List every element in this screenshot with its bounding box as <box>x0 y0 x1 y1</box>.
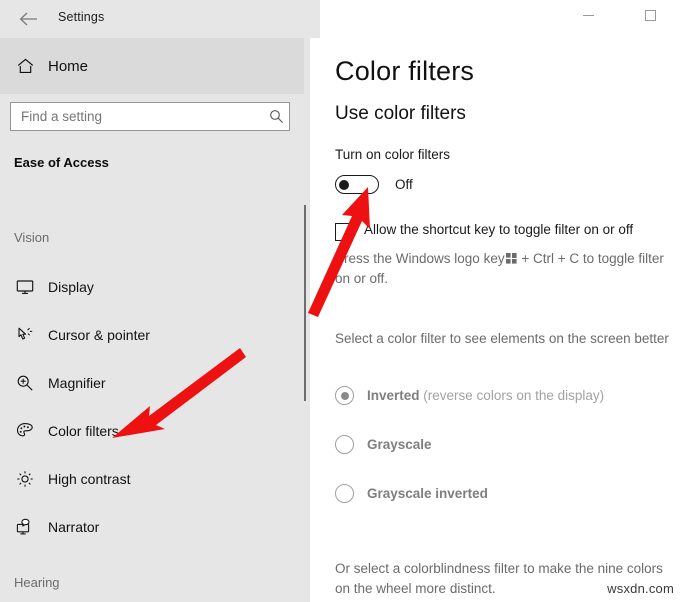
settings-window: Settings Home Find a setting <box>0 0 680 602</box>
sidebar-item-label: Color filters <box>48 423 119 439</box>
maximize-icon <box>645 10 656 21</box>
color-filters-toggle[interactable] <box>335 175 379 194</box>
windows-logo-key-icon <box>506 253 517 264</box>
sidebar-item-label: Magnifier <box>48 375 106 391</box>
toggle-knob <box>339 180 349 190</box>
sidebar-item-label: Cursor & pointer <box>48 327 150 343</box>
title-bar-right <box>320 0 680 38</box>
back-arrow-icon[interactable] <box>10 5 46 33</box>
app-title: Settings <box>58 10 104 24</box>
title-bar: Settings <box>0 0 680 38</box>
toggle-label: Turn on color filters <box>335 147 450 162</box>
shortcut-checkbox-row[interactable]: Allow the shortcut key to toggle filter … <box>335 222 633 241</box>
main-content: Color filters Use color filters Turn on … <box>310 38 680 602</box>
sidebar: Home Find a setting Ease of Access Visio… <box>0 38 304 602</box>
minimize-icon <box>583 15 594 16</box>
shortcut-hint: Press the Windows logo key + Ctrl + C to… <box>335 249 680 289</box>
home-label: Home <box>48 58 88 75</box>
filter-option-label: Inverted (reverse colors on the display) <box>367 388 604 403</box>
radio-grayscale-inverted[interactable] <box>335 484 354 503</box>
filter-option-name: Inverted <box>367 388 420 403</box>
sidebar-item-label: Narrator <box>48 519 99 535</box>
home-icon <box>8 58 42 74</box>
filter-option-detail: (reverse colors on the display) <box>423 388 604 403</box>
magnifier-icon <box>8 374 42 392</box>
title-bar-left <box>0 0 320 38</box>
radio-grayscale[interactable] <box>335 435 354 454</box>
filter-option-grayscale[interactable]: Grayscale <box>335 435 432 454</box>
search-input[interactable]: Find a setting <box>10 102 290 131</box>
sidebar-item-high-contrast[interactable]: High contrast <box>0 459 304 499</box>
palette-icon <box>8 422 42 440</box>
filter-instruction: Select a color filter to see elements on… <box>335 329 675 349</box>
sidebar-item-label: High contrast <box>48 471 130 487</box>
narrator-icon <box>8 518 42 536</box>
section-title: Use color filters <box>335 103 466 125</box>
search-placeholder: Find a setting <box>21 109 263 124</box>
sidebar-item-display[interactable]: Display <box>0 267 304 307</box>
pointer-hand-icon <box>8 326 42 344</box>
maximize-button[interactable] <box>628 0 673 30</box>
sidebar-item-home[interactable]: Home <box>0 38 304 94</box>
monitor-icon <box>8 279 42 295</box>
page-title: Color filters <box>335 56 474 87</box>
sidebar-group-hearing: Hearing <box>14 575 60 590</box>
filter-option-label: Grayscale inverted <box>367 486 488 501</box>
sidebar-item-label: Display <box>48 279 94 295</box>
sidebar-item-narrator[interactable]: Narrator <box>0 507 304 547</box>
shortcut-checkbox[interactable] <box>335 223 353 241</box>
filter-option-label: Grayscale <box>367 437 432 452</box>
filter-option-inverted[interactable]: Inverted (reverse colors on the display) <box>335 386 604 405</box>
filter-option-grayscale-inverted[interactable]: Grayscale inverted <box>335 484 488 503</box>
shortcut-checkbox-label: Allow the shortcut key to toggle filter … <box>364 222 633 237</box>
sidebar-item-color-filters[interactable]: Color filters <box>0 411 304 451</box>
radio-inverted[interactable] <box>335 386 354 405</box>
brightness-sun-icon <box>8 470 42 488</box>
sidebar-item-magnifier[interactable]: Magnifier <box>0 363 304 403</box>
sidebar-category-title: Ease of Access <box>14 155 109 170</box>
filter-option-name: Grayscale <box>367 437 432 452</box>
sidebar-scrollbar-thumb[interactable] <box>304 205 306 401</box>
watermark: wsxdn.com <box>607 581 674 596</box>
color-filters-toggle-row: Off <box>335 175 413 194</box>
toggle-state-text: Off <box>395 177 413 192</box>
filter-option-name: Grayscale inverted <box>367 486 488 501</box>
shortcut-hint-before: Press the Windows logo key <box>335 251 505 266</box>
search-icon[interactable] <box>263 109 289 124</box>
sidebar-group-vision: Vision <box>14 230 49 245</box>
minimize-button[interactable] <box>566 0 611 30</box>
sidebar-item-cursor-pointer[interactable]: Cursor & pointer <box>0 315 304 355</box>
